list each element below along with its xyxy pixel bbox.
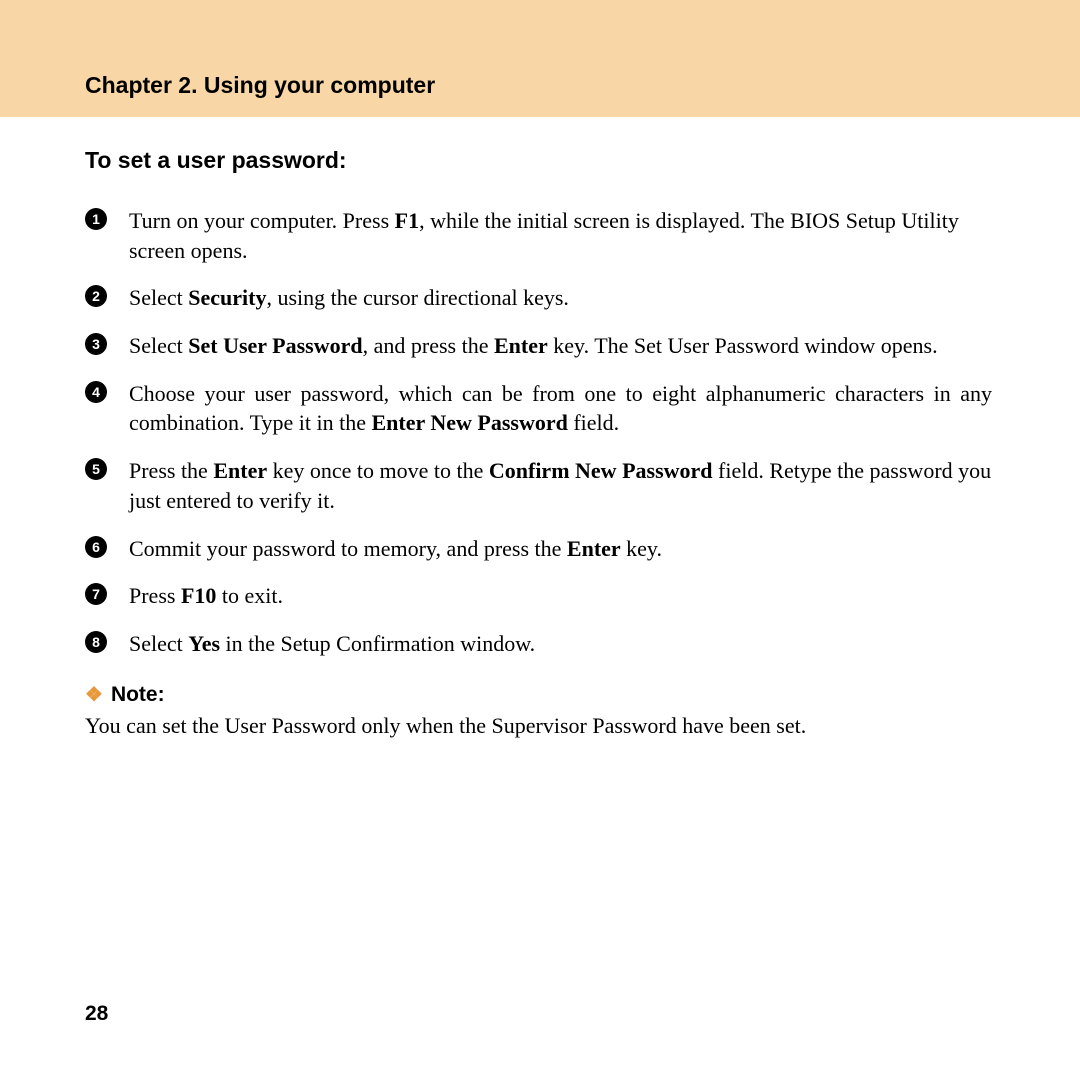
note-text: You can set the User Password only when … xyxy=(85,711,992,741)
step-item: 8 Select Yes in the Setup Confirmation wi… xyxy=(85,629,992,659)
note-heading: ❖ Note: xyxy=(85,683,992,707)
note-block: ❖ Note: You can set the User Password on… xyxy=(85,683,992,741)
step-item: 1 Turn on your computer. Press F1, while … xyxy=(85,206,992,265)
header-band: Chapter 2. Using your computer xyxy=(0,0,1080,117)
step-item: 4 Choose your user password, which can be… xyxy=(85,379,992,438)
step-bullet: 8 xyxy=(85,629,129,653)
step-text: Choose your user password, which can be … xyxy=(129,379,992,438)
step-number-icon: 2 xyxy=(85,285,107,307)
step-item: 2 Select Security, using the cursor direc… xyxy=(85,283,992,313)
step-text: Select Yes in the Setup Confirmation win… xyxy=(129,629,992,659)
step-number-icon: 8 xyxy=(85,631,107,653)
step-text: Press the Enter key once to move to the … xyxy=(129,456,992,515)
step-number-icon: 4 xyxy=(85,381,107,403)
step-bullet: 6 xyxy=(85,534,129,558)
chapter-title: Chapter 2. Using your computer xyxy=(85,72,1080,99)
step-item: 5 Press the Enter key once to move to the… xyxy=(85,456,992,515)
step-item: 7 Press F10 to exit. xyxy=(85,581,992,611)
step-bullet: 3 xyxy=(85,331,129,355)
step-item: 3 Select Set User Password, and press the… xyxy=(85,331,992,361)
diamond-icon: ❖ xyxy=(85,685,103,705)
section-heading: To set a user password: xyxy=(85,147,992,174)
header-inner: Chapter 2. Using your computer xyxy=(0,28,1080,99)
step-text: Select Security, using the cursor direct… xyxy=(129,283,992,313)
step-bullet: 7 xyxy=(85,581,129,605)
step-text: Press F10 to exit. xyxy=(129,581,992,611)
content-area: To set a user password: 1 Turn on your co… xyxy=(0,117,1080,740)
step-bullet: 4 xyxy=(85,379,129,403)
step-bullet: 2 xyxy=(85,283,129,307)
step-text: Commit your password to memory, and pres… xyxy=(129,534,992,564)
step-number-icon: 3 xyxy=(85,333,107,355)
step-text: Turn on your computer. Press F1, while t… xyxy=(129,206,992,265)
note-label: Note: xyxy=(111,683,165,707)
step-number-icon: 6 xyxy=(85,536,107,558)
page-number: 28 xyxy=(85,1002,108,1026)
document-page: Chapter 2. Using your computer To set a … xyxy=(0,0,1080,1080)
step-bullet: 5 xyxy=(85,456,129,480)
step-number-icon: 7 xyxy=(85,583,107,605)
step-number-icon: 1 xyxy=(85,208,107,230)
step-text: Select Set User Password, and press the … xyxy=(129,331,992,361)
step-item: 6 Commit your password to memory, and pre… xyxy=(85,534,992,564)
steps-list: 1 Turn on your computer. Press F1, while … xyxy=(85,206,992,659)
step-number-icon: 5 xyxy=(85,458,107,480)
step-bullet: 1 xyxy=(85,206,129,230)
